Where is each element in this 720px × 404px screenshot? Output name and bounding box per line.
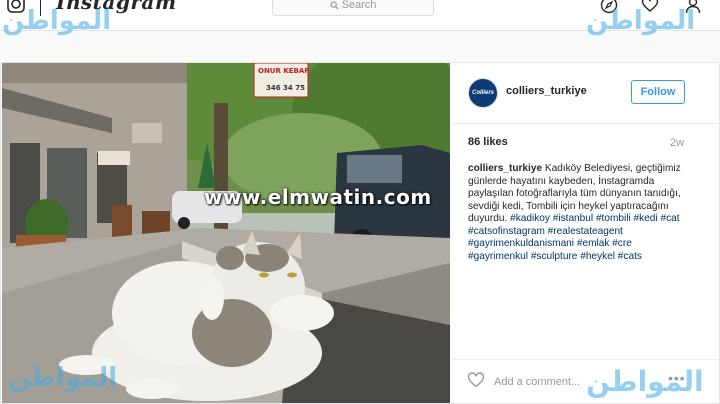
likes-count[interactable]: 86 likes	[468, 136, 508, 148]
watermark-logo-photo: المواطن	[8, 363, 118, 393]
avatar[interactable]: Colliers	[468, 78, 498, 108]
watermark-logo-bottom: المواطن	[586, 365, 704, 398]
watermark-logo-right: المواطن	[586, 6, 696, 36]
watermark-url: www.elmwatin.com	[204, 185, 432, 209]
post-card: ONUR KEBAP 346 34 75 www.elmwatin.com ال…	[0, 62, 720, 404]
shop-sign-phone: 346 34 75	[266, 84, 305, 92]
post-timestamp[interactable]: 2w	[670, 137, 684, 149]
post-photo-illustration: ONUR KEBAP 346 34 75	[2, 63, 450, 403]
like-heart-icon[interactable]	[467, 371, 485, 389]
search-placeholder: Search	[341, 0, 377, 11]
follow-button[interactable]: Follow	[631, 80, 685, 104]
post-username[interactable]: colliers_turkiye	[506, 85, 587, 97]
search-icon	[329, 1, 339, 10]
caption-username[interactable]: colliers_turkiye	[468, 163, 542, 174]
post-caption: colliers_turkiye Kadıköy Belediyesi, geç…	[468, 163, 690, 263]
watermark-logo-left: المواطن	[2, 6, 112, 36]
post-photo[interactable]: ONUR KEBAP 346 34 75 www.elmwatin.com ال…	[2, 63, 450, 403]
search-input[interactable]: Search	[272, 0, 434, 16]
post-header: Colliers colliers_turkiye Follow	[452, 63, 719, 124]
post-details-panel: Colliers colliers_turkiye Follow 86 like…	[452, 63, 719, 403]
shop-sign-name: ONUR KEBAP	[258, 67, 309, 75]
